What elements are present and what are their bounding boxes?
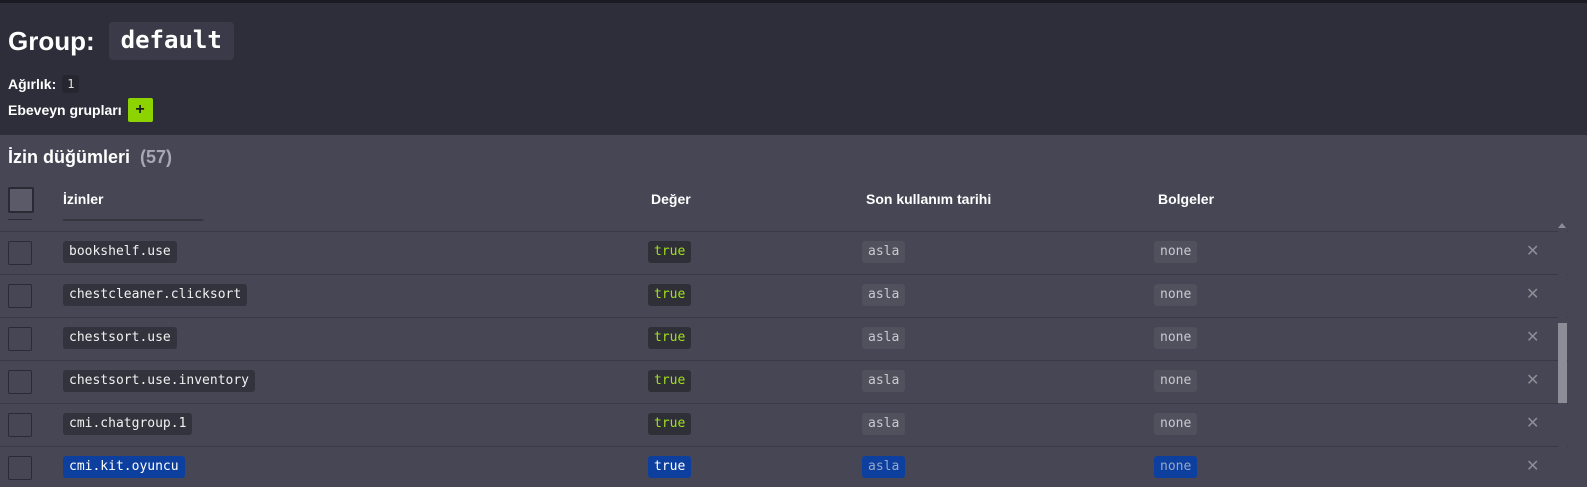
table-row[interactable]: cmi.kit.oyuncu true asla none ✕: [0, 447, 1568, 487]
row-checkbox[interactable]: [8, 327, 32, 351]
table-row[interactable]: chestsort.use.inventory true asla none ✕: [0, 361, 1568, 403]
add-parent-group-button[interactable]: +: [127, 98, 153, 122]
table-row[interactable]: bookshelf.use true asla none ✕: [0, 232, 1568, 274]
last-used-date: asla: [862, 241, 906, 263]
permission-node[interactable]: chestsort.use: [63, 327, 177, 349]
permission-rows: bookshelf.use true asla none ✕ chestclea…: [0, 219, 1568, 487]
table-row[interactable]: cmi.chatgroup.1 true asla none ✕: [0, 404, 1568, 446]
table-row[interactable]: chestsort.use true asla none ✕: [0, 318, 1568, 360]
permission-node[interactable]: chestsort.use.inventory: [63, 370, 256, 392]
group-header: Group: default Ağırlık: 1 Ebeveyn grupla…: [0, 3, 1587, 135]
scroll-up-arrow-icon[interactable]: [1558, 223, 1566, 228]
permission-contexts[interactable]: none: [1154, 241, 1198, 263]
partial-row-chip: [62, 219, 204, 221]
permission-value[interactable]: true: [648, 284, 692, 306]
row-checkbox[interactable]: [8, 456, 32, 480]
permission-node[interactable]: chestcleaner.clicksort: [63, 284, 248, 306]
section-title-text: İzin düğümleri: [8, 147, 131, 167]
row-checkbox[interactable]: [8, 413, 32, 437]
select-all-checkbox[interactable]: [8, 187, 34, 213]
weight-value[interactable]: 1: [62, 75, 80, 93]
row-checkbox[interactable]: [8, 241, 32, 265]
last-used-date: asla: [862, 327, 906, 349]
permission-node[interactable]: bookshelf.use: [63, 241, 177, 263]
partial-row-checkbox: [8, 219, 32, 220]
column-header-value[interactable]: Değer: [651, 191, 691, 207]
permission-contexts[interactable]: none: [1154, 284, 1198, 306]
close-icon[interactable]: ✕: [1526, 416, 1540, 432]
permission-value[interactable]: true: [648, 327, 692, 349]
parent-groups-label: Ebeveyn grupları: [8, 102, 122, 118]
close-icon[interactable]: ✕: [1526, 244, 1540, 260]
permission-nodes-section: İzin düğümleri (57) İzinler Değer Son kul…: [0, 135, 1587, 487]
permission-contexts[interactable]: none: [1154, 413, 1198, 435]
permission-value[interactable]: true: [648, 413, 692, 435]
close-icon[interactable]: ✕: [1526, 330, 1540, 346]
permission-contexts[interactable]: none: [1154, 456, 1198, 478]
permission-node[interactable]: cmi.kit.oyuncu: [63, 456, 185, 478]
last-used-date: asla: [862, 456, 906, 478]
permission-value[interactable]: true: [648, 456, 692, 478]
table-header: İzinler Değer Son kullanım tarihi Bolgel…: [0, 179, 1568, 219]
section-title: İzin düğümleri (57): [8, 147, 172, 168]
close-icon[interactable]: ✕: [1526, 373, 1540, 389]
row-checkbox[interactable]: [8, 370, 32, 394]
last-used-date: asla: [862, 370, 906, 392]
column-header-contexts[interactable]: Bolgeler: [1158, 191, 1214, 207]
table-row[interactable]: chestcleaner.clicksort true asla none ✕: [0, 275, 1568, 317]
row-checkbox[interactable]: [8, 284, 32, 308]
scrollbar-thumb[interactable]: [1558, 323, 1567, 403]
close-icon[interactable]: ✕: [1526, 459, 1540, 475]
permission-count: (57): [140, 147, 173, 167]
weight-row: Ağırlık: 1: [8, 75, 80, 93]
column-header-last-used[interactable]: Son kullanım tarihi: [866, 191, 991, 207]
permission-contexts[interactable]: none: [1154, 327, 1198, 349]
permission-value[interactable]: true: [648, 370, 692, 392]
last-used-date: asla: [862, 413, 906, 435]
group-title: Group: default: [8, 22, 234, 60]
permission-value[interactable]: true: [648, 241, 692, 263]
last-used-date: asla: [862, 284, 906, 306]
close-icon[interactable]: ✕: [1526, 287, 1540, 303]
permission-node[interactable]: cmi.chatgroup.1: [63, 413, 193, 435]
weight-label: Ağırlık:: [8, 76, 57, 92]
permission-contexts[interactable]: none: [1154, 370, 1198, 392]
parent-groups-row: Ebeveyn grupları +: [8, 98, 153, 122]
group-label: Group:: [8, 25, 95, 56]
group-name: default: [108, 22, 234, 60]
column-header-permissions[interactable]: İzinler: [63, 191, 103, 207]
